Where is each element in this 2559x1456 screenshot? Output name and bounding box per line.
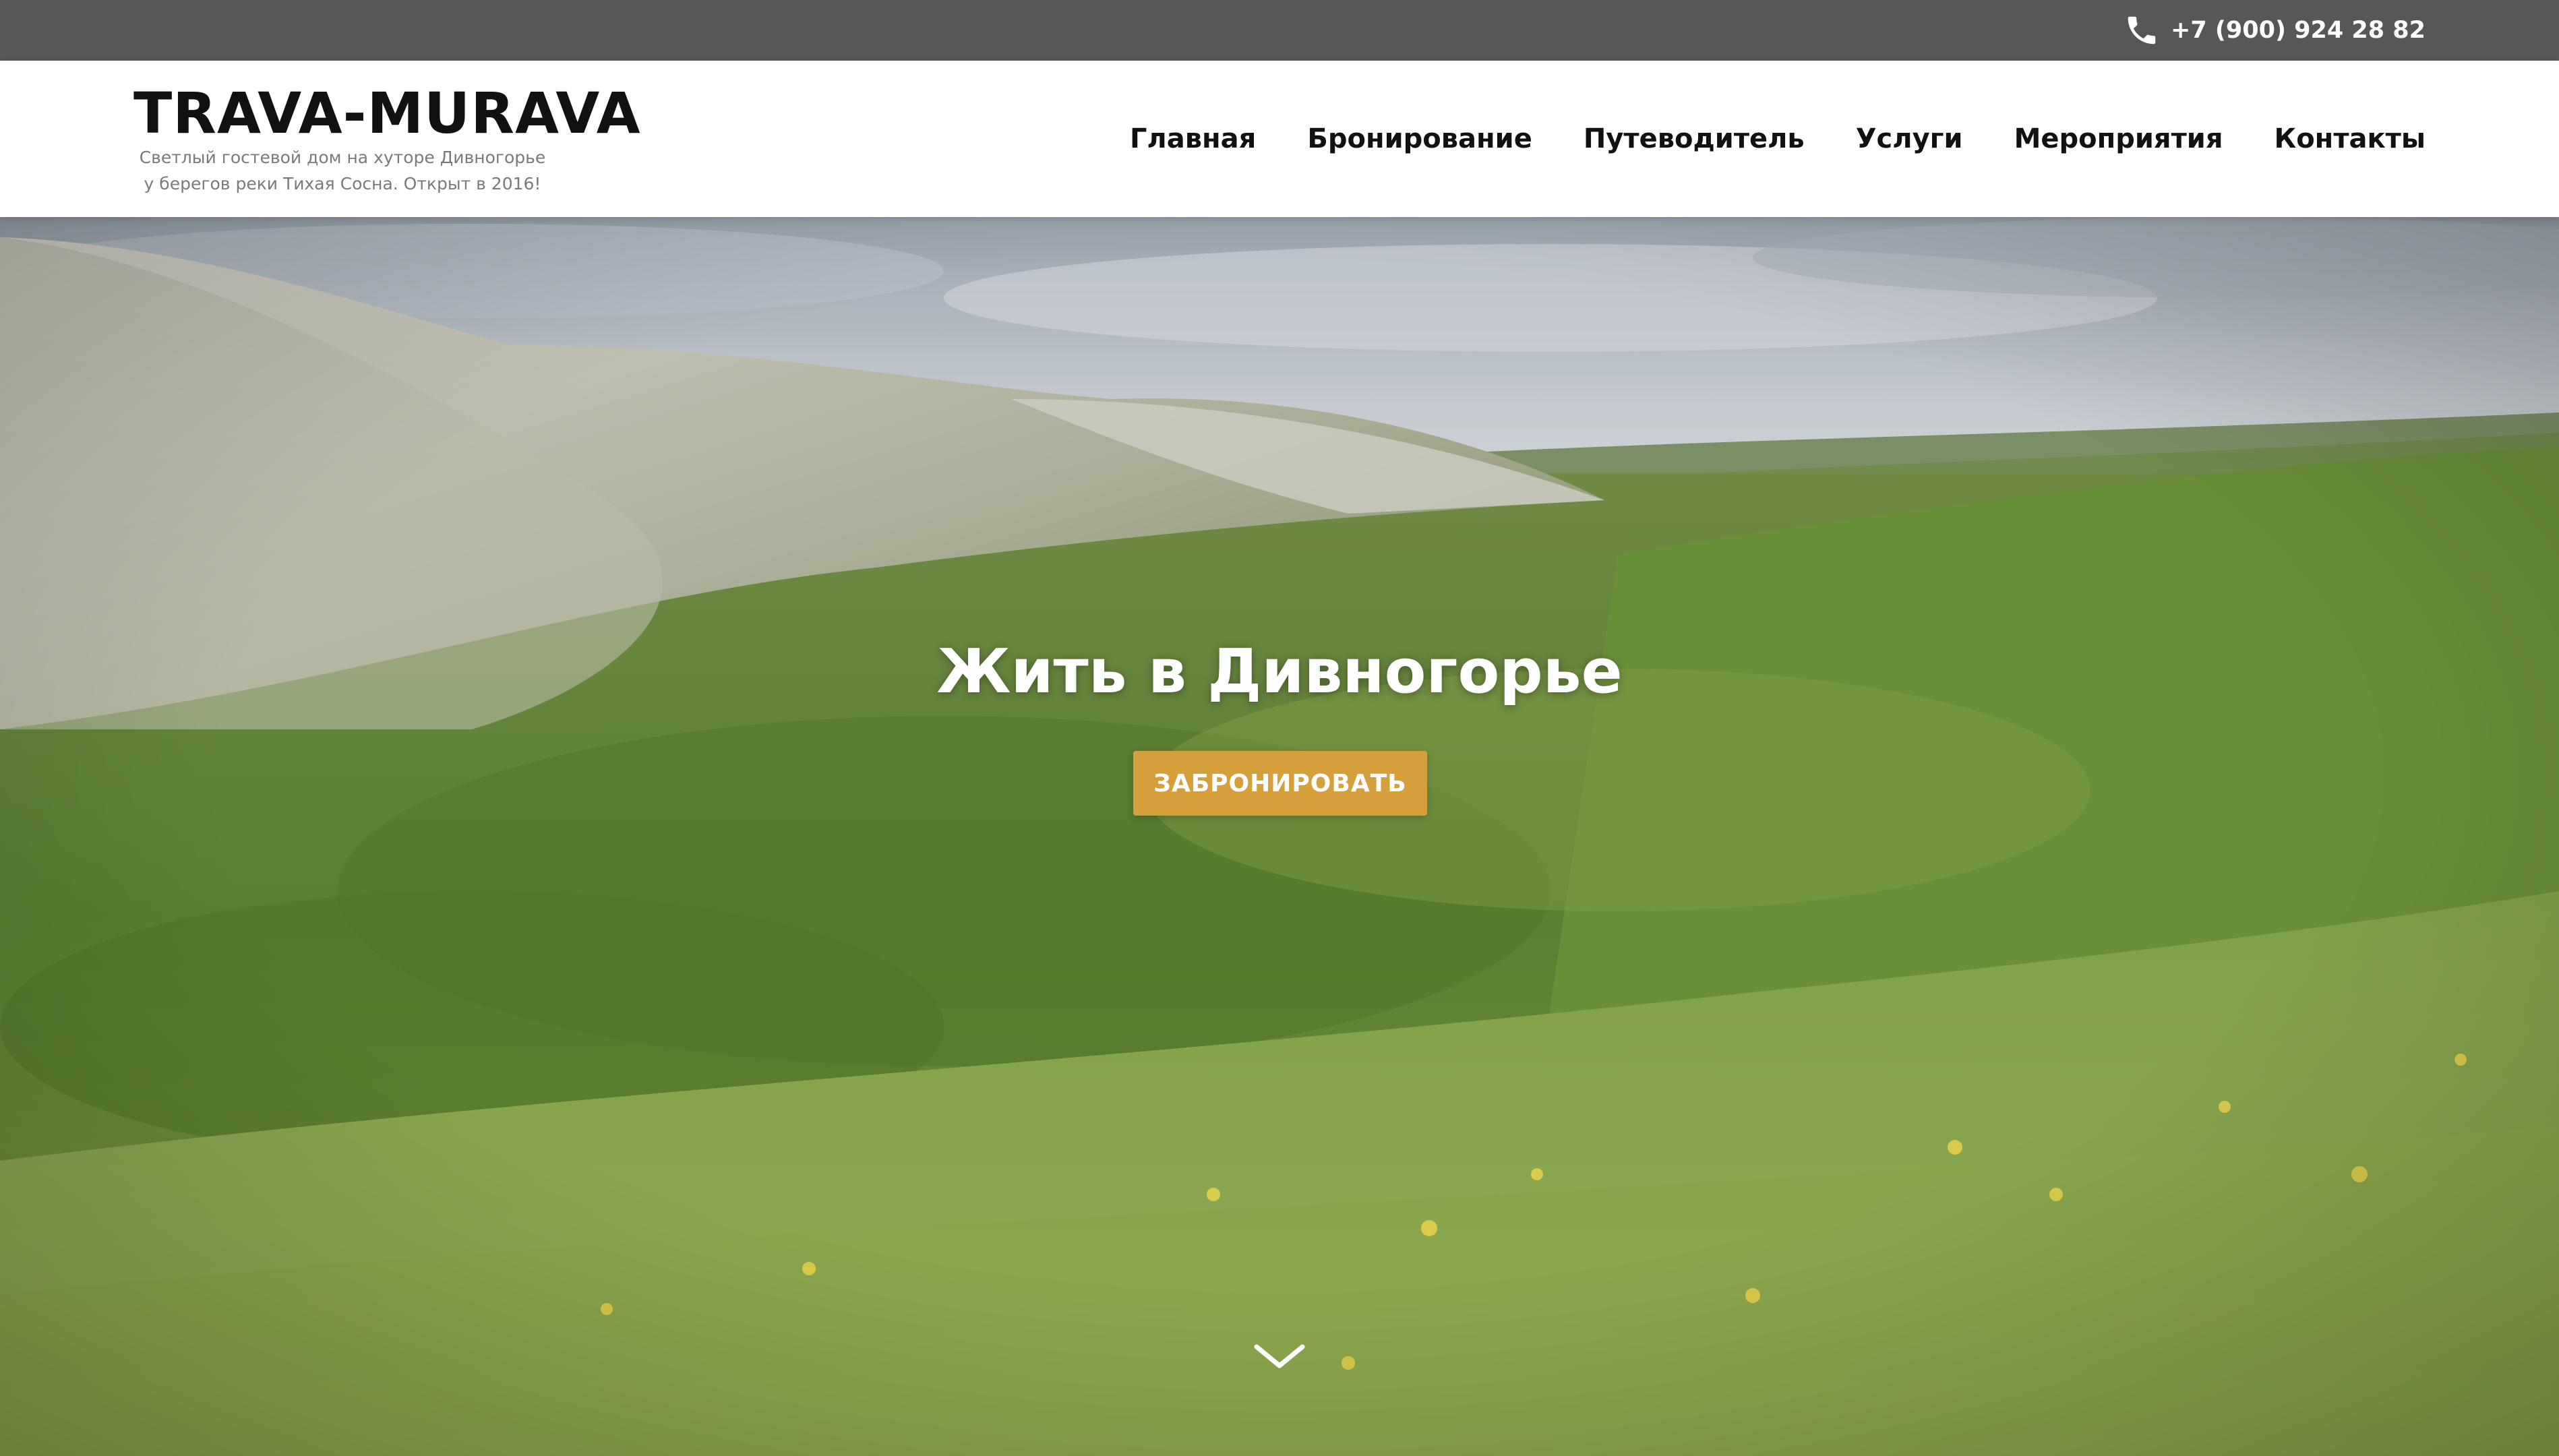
top-contact-bar: +7 (900) 924 28 82 — [0, 0, 2559, 61]
site-logo[interactable]: TRAVA-MURAVA Светлый гостевой дом на хут… — [133, 80, 641, 197]
brand-tagline-line-1: Светлый гостевой дом на хуторе Дивногорь… — [139, 148, 546, 167]
brand-tagline-line-2: у берегов реки Тихая Сосна. Открыт в 201… — [144, 174, 541, 193]
brand-title: TRAVA-MURAVA — [133, 80, 641, 146]
phone-link[interactable]: +7 (900) 924 28 82 — [2124, 0, 2426, 61]
hero-title: Жить в Дивногорье — [936, 636, 1623, 707]
hero-section: Жить в Дивногорье ЗАБРОНИРОВАТЬ — [0, 217, 2559, 1456]
chevron-down-icon[interactable] — [1251, 1336, 1308, 1376]
nav-item-guide[interactable]: Путеводитель — [1584, 123, 1805, 154]
phone-number: +7 (900) 924 28 82 — [2171, 17, 2426, 44]
main-nav: Главная Бронирование Путеводитель Услуги… — [1130, 61, 2426, 217]
phone-icon — [2124, 12, 2160, 49]
nav-item-contacts[interactable]: Контакты — [2275, 123, 2426, 154]
nav-item-home[interactable]: Главная — [1130, 123, 1256, 154]
hero-landscape-image — [0, 217, 2559, 1456]
nav-item-services[interactable]: Услуги — [1856, 123, 1963, 154]
nav-item-booking[interactable]: Бронирование — [1307, 123, 1532, 154]
book-now-button[interactable]: ЗАБРОНИРОВАТЬ — [1133, 751, 1427, 816]
nav-item-events[interactable]: Мероприятия — [2014, 123, 2223, 154]
site-header: TRAVA-MURAVA Светлый гостевой дом на хут… — [0, 61, 2559, 217]
